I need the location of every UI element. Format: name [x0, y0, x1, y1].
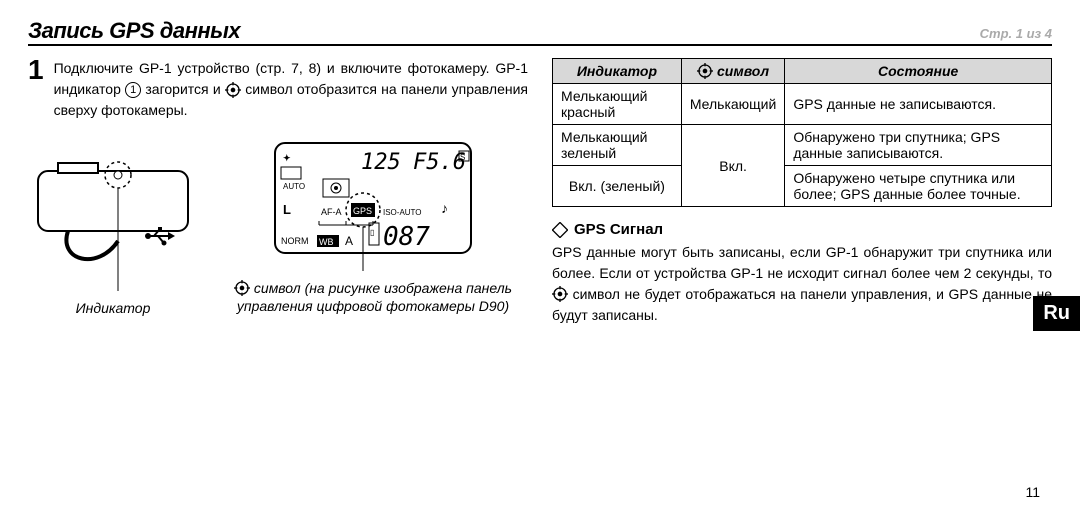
panel-iso: ISO-AUTO [383, 208, 422, 217]
svg-text:♪: ♪ [441, 200, 448, 216]
th-indicator: Индикатор [553, 59, 682, 84]
title-bar: Запись GPS данных Стр. 1 из 4 [28, 18, 1052, 46]
right-column: Индикатор символ [552, 58, 1052, 326]
table-row: Вкл. (зеленый) Обнаружено четыре спутник… [553, 166, 1052, 207]
cell-indicator: Мелькающий зеленый [553, 125, 682, 166]
th-symbol: символ [681, 59, 784, 84]
th-status: Состояние [785, 59, 1052, 84]
gps-symbol-icon [234, 280, 250, 296]
panel-af: AF-A [321, 207, 342, 217]
device-illustration [28, 141, 198, 291]
th-symbol-text: символ [717, 63, 769, 79]
step-text-2: загорится и [145, 81, 225, 97]
step-row: 1 Подключите GP-1 устройство (стр. 7, 8)… [28, 58, 528, 121]
table-header-row: Индикатор символ [553, 59, 1052, 84]
panel-s: S [460, 153, 465, 162]
panel-num-2: F5.6 [413, 150, 466, 175]
cell-status: Обнаружено четыре спутника или более; GP… [785, 166, 1052, 207]
panel-l: L [283, 202, 291, 217]
cell-indicator: Мелькающий красный [553, 84, 682, 125]
lcd-panel-illustration: 125 F5.6 S ✦ AUTO L NORM [273, 141, 473, 271]
step-text: Подключите GP-1 устройство (стр. 7, 8) и… [54, 58, 528, 121]
svg-text:✦: ✦ [283, 153, 291, 163]
panel-a: A [345, 234, 353, 248]
table-row: Мелькающий красный Мелькающий GPS данные… [553, 84, 1052, 125]
cell-symbol: Мелькающий [681, 84, 784, 125]
info-header: GPS Сигнал [552, 221, 1052, 238]
cell-status: Обнаружено три спутника; GPS данные запи… [785, 125, 1052, 166]
info-body-2: символ не будет отображаться на панели у… [552, 286, 1052, 323]
device-caption: Индикатор [76, 299, 151, 317]
panel-caption: символ (на рисунке изображена панель упр… [218, 279, 528, 315]
panel-caption-text: символ (на рисунке изображена панель упр… [237, 280, 512, 314]
page-number: 11 [1025, 484, 1040, 500]
table-row: Мелькающий зеленый Вкл. Обнаружено три с… [553, 125, 1052, 166]
panel-auto: AUTO [283, 182, 305, 191]
panel-num-3: 087 [383, 222, 430, 252]
device-figure-block: Индикатор [28, 141, 198, 317]
gps-symbol-icon [697, 63, 713, 79]
left-column: 1 Подключите GP-1 устройство (стр. 7, 8)… [28, 58, 528, 326]
page-indicator: Стр. 1 из 4 [980, 26, 1052, 41]
info-header-text: GPS Сигнал [574, 221, 663, 238]
info-body: GPS данные могут быть записаны, если GP-… [552, 242, 1052, 326]
figure-area: Индикатор 125 F5.6 S ✦ AUTO [28, 141, 528, 317]
step-number: 1 [28, 56, 44, 121]
panel-gps: GPS [353, 206, 372, 216]
panel-wb: WB [319, 237, 334, 247]
language-tab: Ru [1033, 296, 1080, 331]
circled-one-icon: 1 [125, 82, 141, 98]
page-title: Запись GPS данных [28, 18, 240, 44]
document-page: Запись GPS данных Стр. 1 из 4 1 Подключи… [0, 0, 1080, 510]
svg-text:▯: ▯ [370, 228, 374, 237]
cell-symbol: Вкл. [681, 125, 784, 207]
panel-norm: NORM [281, 236, 309, 246]
content-columns: 1 Подключите GP-1 устройство (стр. 7, 8)… [28, 58, 1052, 326]
gps-symbol-icon [552, 286, 568, 302]
cell-indicator: Вкл. (зеленый) [553, 166, 682, 207]
panel-figure-block: 125 F5.6 S ✦ AUTO L NORM [218, 141, 528, 315]
gps-symbol-icon [225, 82, 241, 98]
status-table: Индикатор символ [552, 58, 1052, 207]
info-body-1: GPS данные могут быть записаны, если GP-… [552, 244, 1052, 281]
info-diamond-icon [552, 222, 568, 238]
panel-num-1: 125 [361, 150, 401, 175]
cell-status: GPS данные не записываются. [785, 84, 1052, 125]
